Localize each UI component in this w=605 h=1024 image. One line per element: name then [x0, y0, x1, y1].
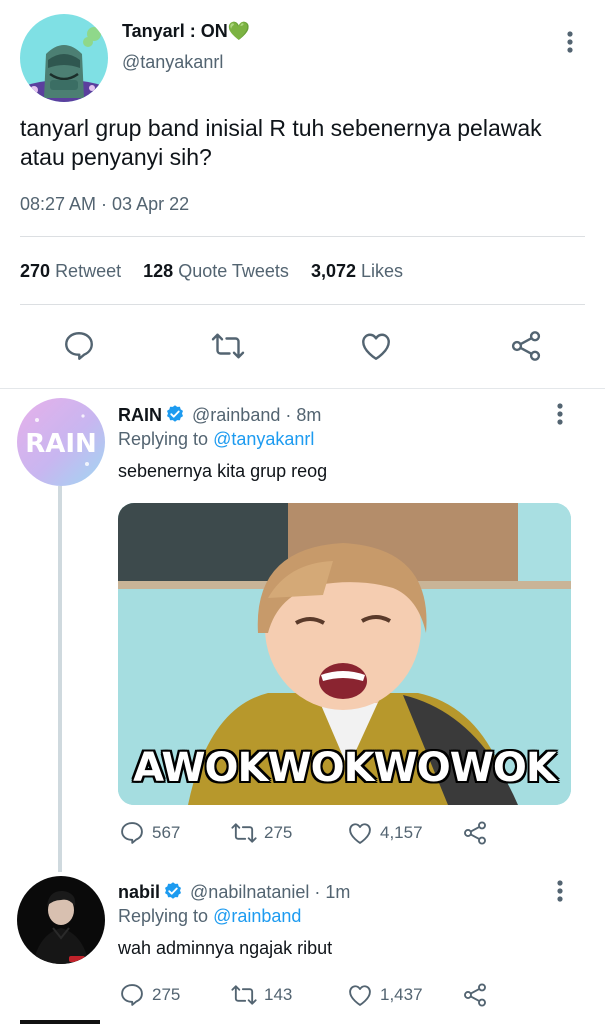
- next-item-edge: [20, 1020, 100, 1024]
- replying-to: Replying to @tanyakanrl: [118, 429, 315, 449]
- retweet-count: 143: [264, 985, 293, 1004]
- reply-button[interactable]: 275: [118, 980, 180, 1010]
- like-button[interactable]: 1,437: [346, 980, 423, 1010]
- rain-avatar-text: RAIN: [25, 429, 97, 459]
- like-icon: [349, 985, 371, 1006]
- like-icon[interactable]: [358, 328, 394, 364]
- quotes-stat[interactable]: 128 Quote Tweets: [143, 261, 289, 281]
- reply-icon[interactable]: [61, 328, 97, 364]
- gif-caption: AWOKWOKWOWOK: [133, 745, 557, 791]
- main-tweet: Tanyarl : ON💚 @tanyakanrl tanyarl grup b…: [0, 0, 605, 388]
- retweet-count: 275: [264, 823, 293, 842]
- share-button[interactable]: [461, 818, 489, 848]
- retweet-button[interactable]: 143: [230, 980, 292, 1010]
- reply-text: wah adminnya ngajak ribut: [118, 938, 333, 958]
- retweet-icon[interactable]: [210, 328, 246, 364]
- reply-icon: [121, 822, 143, 844]
- reply-handle[interactable]: @nabilnataniel: [190, 882, 309, 902]
- reply-count: 275: [152, 985, 181, 1004]
- like-count: 4,157: [380, 823, 423, 842]
- thread-line: [58, 486, 62, 872]
- main-tweet-avatar[interactable]: [20, 14, 108, 102]
- like-icon: [349, 823, 371, 844]
- like-count: 1,437: [380, 985, 423, 1004]
- divider: [20, 304, 585, 305]
- share-button[interactable]: [461, 980, 489, 1010]
- reply-text: sebenernya kita grup reog: [118, 461, 328, 481]
- reply-display-name[interactable]: RAIN: [118, 405, 162, 425]
- retweet-icon: [231, 985, 257, 1005]
- reply-time[interactable]: · 8m: [285, 405, 321, 425]
- like-button[interactable]: 4,157: [346, 818, 423, 848]
- more-options-icon[interactable]: [550, 402, 570, 426]
- likes-stat[interactable]: 3,072 Likes: [311, 261, 403, 281]
- share-icon[interactable]: [508, 328, 544, 364]
- main-display-name[interactable]: Tanyarl : ON💚: [122, 21, 250, 42]
- reply-header: RAIN @rainband · 8m: [118, 404, 321, 426]
- reply-time[interactable]: · 1m: [314, 882, 350, 902]
- more-options-icon[interactable]: [550, 879, 570, 903]
- rain-avatar[interactable]: RAIN: [17, 398, 105, 486]
- retweet-icon: [231, 823, 257, 843]
- mention-link[interactable]: @rainband: [213, 906, 301, 926]
- divider: [20, 236, 585, 237]
- reply-button[interactable]: 567: [118, 818, 180, 848]
- verified-badge-icon: [165, 404, 185, 424]
- reply-display-name[interactable]: nabil: [118, 882, 160, 902]
- tweet-stats: 270 Retweet 128 Quote Tweets 3,072 Likes: [20, 261, 420, 282]
- tweet-text: tanyarl grup band inisial R tuh sebenern…: [20, 115, 542, 170]
- reply-actions: 275 143 1,437: [118, 980, 498, 1010]
- tweet-timestamp[interactable]: 08:27 AM · 03 Apr 22: [20, 194, 189, 215]
- divider: [0, 388, 605, 389]
- verified-badge-icon: [163, 881, 183, 901]
- reply-icon: [121, 984, 143, 1006]
- retweet-button[interactable]: 275: [230, 818, 292, 848]
- share-icon: [464, 821, 486, 845]
- reply-media-gif[interactable]: AWOKWOKWOWOK: [118, 503, 571, 805]
- main-tweet-actions: [0, 328, 605, 368]
- reply-handle[interactable]: @rainband: [192, 405, 280, 425]
- more-options-icon[interactable]: [560, 30, 580, 54]
- mention-link[interactable]: @tanyakanrl: [213, 429, 314, 449]
- replying-to: Replying to @rainband: [118, 906, 302, 926]
- reply-actions: 567 275 4,157: [118, 818, 498, 848]
- main-handle[interactable]: @tanyakanrl: [122, 52, 223, 73]
- reply-header: nabil @nabilnataniel · 1m: [118, 881, 350, 903]
- share-icon: [464, 983, 486, 1007]
- retweets-stat[interactable]: 270 Retweet: [20, 261, 121, 281]
- nabil-avatar[interactable]: [17, 876, 105, 964]
- reply-count: 567: [152, 823, 181, 842]
